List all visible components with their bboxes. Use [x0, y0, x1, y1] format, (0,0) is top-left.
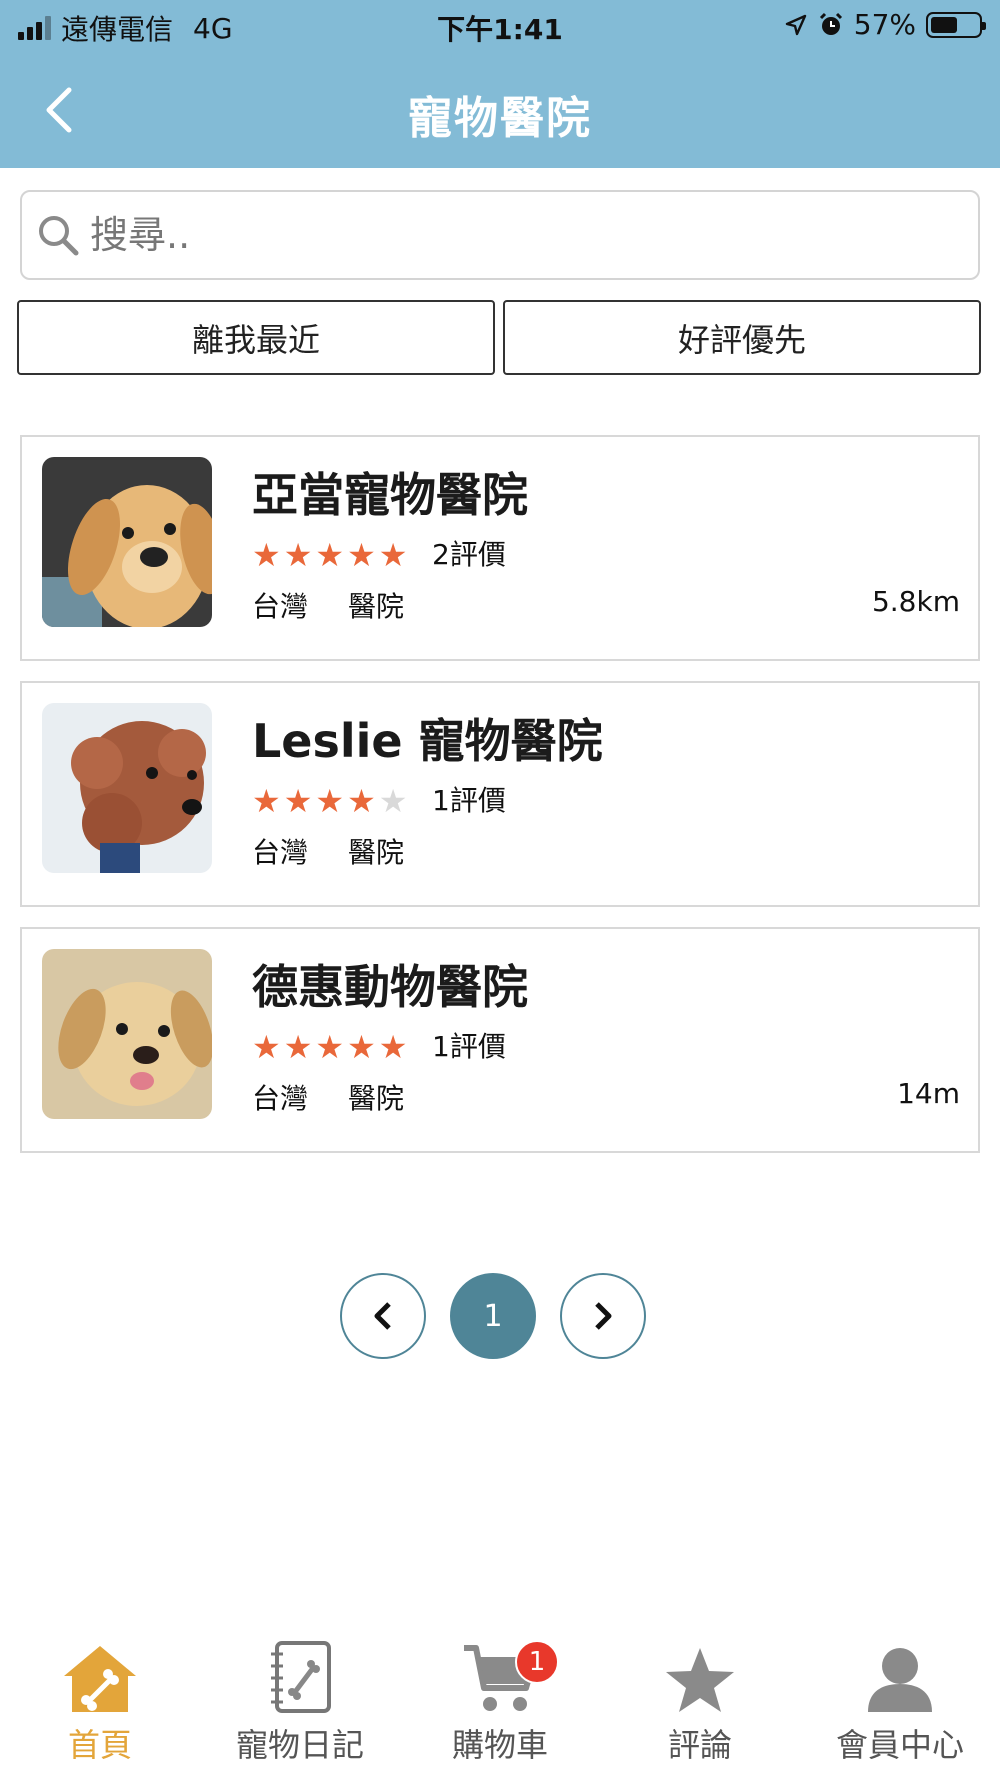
clinic-distance: 14m — [897, 1077, 960, 1110]
alarm-icon — [819, 12, 842, 35]
tab-home[interactable]: 首頁 — [0, 1640, 200, 1778]
star-filled-icon: ★ — [252, 1028, 281, 1066]
filter-bar: 離我最近 好評優先 — [17, 300, 981, 375]
review-count: 2評價 — [432, 538, 506, 571]
location-arrow-icon — [785, 14, 806, 35]
search-icon — [39, 216, 79, 256]
prev-page-button[interactable] — [340, 1273, 426, 1359]
pagination: 1 — [340, 1273, 646, 1359]
clinic-photo — [42, 457, 212, 627]
tab-home-label: 首頁 — [67, 1726, 132, 1764]
cart-count-badge: 1 — [515, 1640, 559, 1684]
top-bar: 遠傳電信 4G 下午1:41 57% 寵物醫院 — [0, 0, 1000, 168]
review-count: 1評價 — [432, 784, 506, 817]
rating-stars: ★ ★ ★ ★ ★ — [252, 783, 407, 819]
star-filled-icon: ★ — [347, 782, 376, 820]
search-input[interactable] — [90, 213, 950, 257]
tab-member-center-label: 會員中心 — [835, 1726, 964, 1764]
clinic-name: 德惠動物醫院 — [252, 960, 528, 1014]
tab-pet-diary-label: 寵物日記 — [235, 1726, 364, 1764]
star-filled-icon: ★ — [347, 1028, 376, 1066]
clinic-photo — [42, 703, 212, 873]
star-filled-icon: ★ — [315, 782, 345, 820]
battery-percent: 57% — [853, 8, 916, 41]
star-filled-icon: ★ — [315, 1028, 345, 1066]
clinic-name: Leslie 寵物醫院 — [252, 714, 603, 768]
notebook-icon — [271, 1641, 331, 1713]
status-bar: 遠傳電信 4G 下午1:41 57% — [0, 0, 1000, 52]
battery-icon — [926, 11, 986, 38]
page-title: 寵物醫院 — [408, 93, 592, 144]
chevron-right-icon — [595, 1302, 612, 1330]
chevron-left-icon — [374, 1302, 391, 1330]
star-filled-icon: ★ — [378, 1028, 408, 1066]
clinic-card[interactable]: 亞當寵物醫院 ★ ★ ★ ★ ★ 2評價 台灣 醫院 5.8km — [20, 435, 980, 661]
rating-stars: ★ ★ ★ ★ ★ — [252, 1029, 407, 1065]
clinic-region: 台灣 — [252, 590, 309, 623]
clinic-name: 亞當寵物醫院 — [252, 468, 528, 522]
clinic-region: 台灣 — [252, 1082, 309, 1115]
home-bone-icon — [64, 1646, 136, 1712]
clinic-region: 台灣 — [252, 836, 309, 869]
next-page-button[interactable] — [560, 1273, 646, 1359]
star-icon — [666, 1648, 734, 1712]
tab-pet-diary[interactable]: 寵物日記 — [200, 1640, 400, 1778]
star-empty-icon: ★ — [378, 782, 408, 820]
filter-top-rated-button[interactable]: 好評優先 — [503, 300, 981, 375]
clinic-card[interactable]: Leslie 寵物醫院 ★ ★ ★ ★ ★ 1評價 台灣 醫院 — [20, 681, 980, 907]
star-filled-icon: ★ — [283, 536, 313, 574]
star-filled-icon: ★ — [283, 782, 313, 820]
filter-nearest-button[interactable]: 離我最近 — [17, 300, 495, 375]
tab-member-center[interactable]: 會員中心 — [800, 1640, 1000, 1778]
clinic-photo — [42, 949, 212, 1119]
star-filled-icon: ★ — [347, 536, 376, 574]
tab-cart[interactable]: 1 購物車 — [400, 1640, 600, 1778]
clinic-category: 醫院 — [348, 836, 405, 869]
clinic-card[interactable]: 德惠動物醫院 ★ ★ ★ ★ ★ 1評價 台灣 醫院 14m — [20, 927, 980, 1153]
tab-bar: 首頁 寵物日記 1 購物車 評論 會員中心 — [0, 1640, 1000, 1778]
page-1-button[interactable]: 1 — [450, 1273, 536, 1359]
star-filled-icon: ★ — [252, 536, 281, 574]
tab-cart-label: 購物車 — [451, 1726, 548, 1764]
star-filled-icon: ★ — [315, 536, 345, 574]
star-filled-icon: ★ — [252, 782, 281, 820]
clinic-category: 醫院 — [348, 590, 405, 623]
tab-reviews-label: 評論 — [667, 1726, 732, 1764]
nav-header: 寵物醫院 — [0, 60, 1000, 160]
user-icon — [868, 1648, 932, 1712]
clinic-category: 醫院 — [348, 1082, 405, 1115]
tab-reviews[interactable]: 評論 — [600, 1640, 800, 1778]
star-filled-icon: ★ — [378, 536, 408, 574]
clinic-distance: 5.8km — [871, 585, 960, 618]
review-count: 1評價 — [432, 1030, 506, 1063]
rating-stars: ★ ★ ★ ★ ★ — [252, 537, 407, 573]
star-filled-icon: ★ — [283, 1028, 313, 1066]
search-box[interactable] — [20, 190, 980, 280]
